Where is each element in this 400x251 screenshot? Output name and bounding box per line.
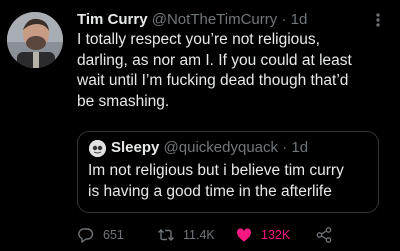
heart-icon [235,226,253,244]
like-count: 132K [261,228,291,242]
tweet-header: Tim Curry @NotTheTimCurry · 1d [77,9,377,31]
retweet-arrows-icon [157,226,175,244]
retweet-button[interactable]: 11.4K [157,224,215,246]
tweet-card[interactable]: Tim Curry @NotTheTimCurry · 1d I totally… [0,0,400,251]
reply-bubble-icon [77,226,95,244]
quoted-author-handle[interactable]: @quickedyquack [164,139,278,156]
tweet-actions: 651 11.4K 132K [77,224,377,246]
quoted-author-name[interactable]: Sleepy [111,139,159,156]
author-name[interactable]: Tim Curry [77,11,148,28]
retweet-count: 11.4K [183,228,215,242]
tweet-timestamp[interactable]: 1d [291,11,308,28]
author-handle[interactable]: @NotTheTimCurry [152,11,278,28]
quoted-tweet-header: Sleepy @quickedyquack · 1d [111,137,308,159]
author-avatar[interactable] [7,12,63,68]
quoted-tweet-text: Im not religious but i believe tim curry… [88,162,344,200]
share-icon [315,226,333,244]
like-button[interactable]: 132K [235,224,290,246]
quoted-author-avatar[interactable] [89,140,106,157]
separator-dot: · [281,11,287,28]
quoted-separator-dot: · [282,139,288,156]
share-button[interactable] [315,224,333,246]
reply-count: 651 [103,228,124,242]
tweet-text: I totally respect you’re not religious, … [77,31,352,110]
reply-button[interactable]: 651 [77,224,124,246]
quoted-tweet-timestamp[interactable]: 1d [291,139,308,156]
quoted-tweet[interactable]: Sleepy @quickedyquack · 1d Im not religi… [77,131,379,213]
more-dots-icon[interactable] [371,12,385,28]
